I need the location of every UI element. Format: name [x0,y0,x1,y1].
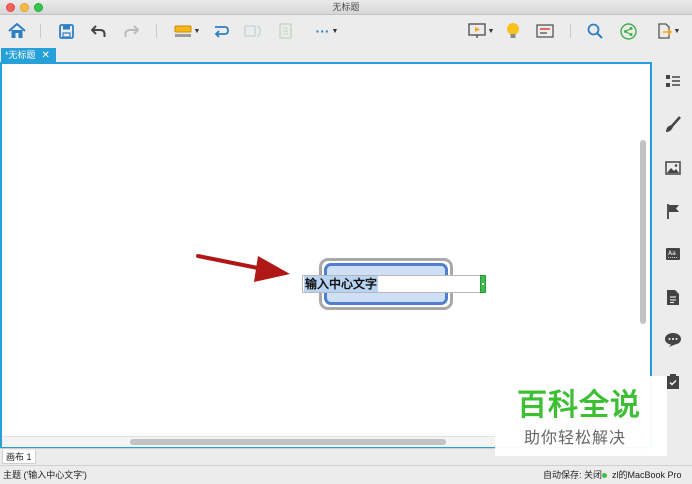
insert-topic-button[interactable]: ▼ [170,20,204,42]
main-toolbar: ▼ ··· ▼ ▼ ▼ [0,15,692,46]
share-icon [619,22,637,40]
image-panel-button[interactable] [663,158,683,178]
comments-panel-button[interactable] [663,330,683,350]
redo-button[interactable] [121,20,141,42]
outline-icon [666,75,680,87]
edit-resize-handle[interactable] [480,275,486,293]
home-button[interactable] [6,20,28,42]
format-panel-button[interactable] [663,115,683,135]
save-icon [58,23,74,39]
status-bar: 主题 ('输入中心文字') 自动保存: 关闭 zl的MacBook Pro [0,465,692,484]
format-brush-icon [666,116,681,132]
window-title: 无标题 [332,2,360,12]
presentation-icon [467,23,486,38]
tab-label: *无标题 [5,50,36,60]
autosave-status[interactable]: 自动保存: 关闭 [543,466,602,484]
marker-panel-button[interactable] [663,201,683,221]
more-button[interactable]: ··· ▼ [310,20,344,42]
device-name: zl的MacBook Pro [612,470,682,480]
share-button[interactable] [618,20,638,42]
chevron-down-icon: ▼ [331,27,339,35]
presentation-button[interactable]: ▼ [464,20,498,42]
sheet-tab[interactable]: 画布 1 [2,450,36,464]
task-icon [667,373,679,389]
image-icon [665,161,681,175]
document-tab-strip: *无标题 ✕ [0,46,692,63]
more-icon: ··· [315,23,330,39]
online-status-dot-icon [602,473,607,478]
search-icon [587,23,603,39]
relationship-icon [214,25,229,38]
status-selection-text: 主题 ('输入中心文字') [3,470,87,480]
chevron-down-icon: ▼ [487,27,495,35]
boundary-icon [279,23,292,39]
flag-marker-icon [667,203,679,219]
summary-button[interactable] [243,20,263,42]
notes-icon [536,24,554,38]
search-button[interactable] [585,20,605,42]
redo-icon [124,25,139,37]
outline-button[interactable] [663,72,683,92]
topic-edit-text[interactable]: 输入中心文字 [304,276,379,292]
relationship-button[interactable] [211,20,231,42]
annotation-arrow [196,254,290,282]
idea-bulb-icon [507,23,519,38]
watermark-title: 百科全说 [517,388,641,423]
close-icon[interactable]: ✕ [42,48,50,63]
watermark-subtitle: 助你轻松解决 [524,428,627,447]
chevron-down-icon: ▼ [193,27,201,35]
text-style-icon: Aa [666,248,680,260]
comment-icon [665,333,681,347]
svg-text:Aa: Aa [668,250,676,257]
title-bar: 无标题 [0,0,692,15]
summary-icon [244,25,261,37]
undo-button[interactable] [88,20,108,42]
boundary-button[interactable] [276,20,296,42]
notes-view-button[interactable] [535,20,555,42]
save-button[interactable] [56,20,76,42]
chevron-down-icon: ▼ [673,27,681,35]
home-icon [8,23,26,38]
text-style-button[interactable]: Aa [663,244,683,264]
export-button[interactable]: ▼ [651,20,685,42]
undo-icon [90,25,105,37]
window-minimize-button[interactable] [20,3,29,12]
note-icon [667,289,679,305]
window-close-button[interactable] [6,3,15,12]
export-icon [657,23,672,39]
brainstorm-button[interactable] [503,20,523,42]
notes-panel-button[interactable] [663,287,683,307]
topic-insert-icon [174,25,192,37]
window-maximize-button[interactable] [34,3,43,12]
horizontal-scrollbar[interactable] [130,439,446,445]
tab-untitled[interactable]: *无标题 ✕ [1,48,56,63]
vertical-scrollbar[interactable] [640,140,646,324]
